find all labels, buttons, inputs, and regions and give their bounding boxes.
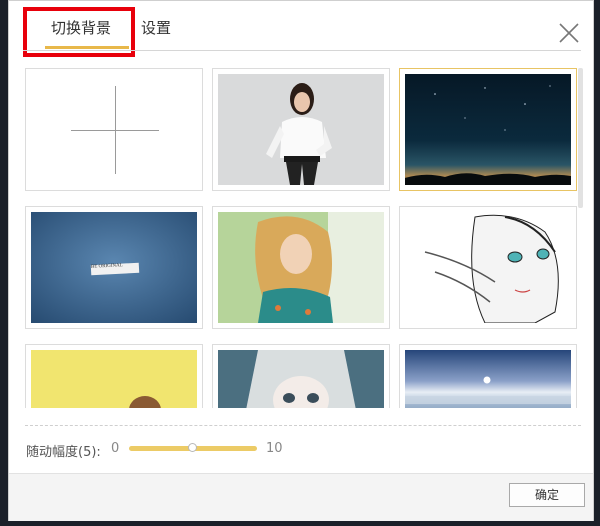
background-thumb-yellow[interactable] xyxy=(25,344,203,408)
grid-scrollbar[interactable] xyxy=(578,68,583,208)
slider-min-label: 0 xyxy=(111,441,120,456)
add-background-button[interactable] xyxy=(25,68,203,191)
background-thumb-anime-girl[interactable] xyxy=(212,344,390,408)
background-thumb-be-original[interactable]: BE ORIGINAL xyxy=(25,206,203,329)
background-thumb-night-sky[interactable] xyxy=(399,68,577,191)
background-thumb-woman[interactable] xyxy=(212,68,390,191)
slider-max-label: 10 xyxy=(266,441,283,456)
motion-amplitude-slider[interactable] xyxy=(129,443,257,452)
tab-settings[interactable]: 设置 xyxy=(141,17,171,38)
ok-button[interactable]: 确定 xyxy=(509,483,585,507)
background-grid: BE ORIGINAL xyxy=(25,68,578,408)
dialog-footer xyxy=(9,473,593,521)
background-thumb-blonde-woman[interactable] xyxy=(212,206,390,329)
header-divider xyxy=(23,50,581,51)
slider-label: 随动幅度(5): xyxy=(26,445,101,460)
background-thumb-anime-sketch[interactable] xyxy=(399,206,577,329)
slider-thumb[interactable] xyxy=(188,443,197,452)
background-dialog: 切换背景 设置 BE ORIGINAL 随动幅度(5): 0 10 确定 xyxy=(8,0,594,521)
close-icon[interactable] xyxy=(557,21,581,45)
background-thumb-seaside[interactable] xyxy=(399,344,577,408)
section-divider xyxy=(25,425,581,426)
